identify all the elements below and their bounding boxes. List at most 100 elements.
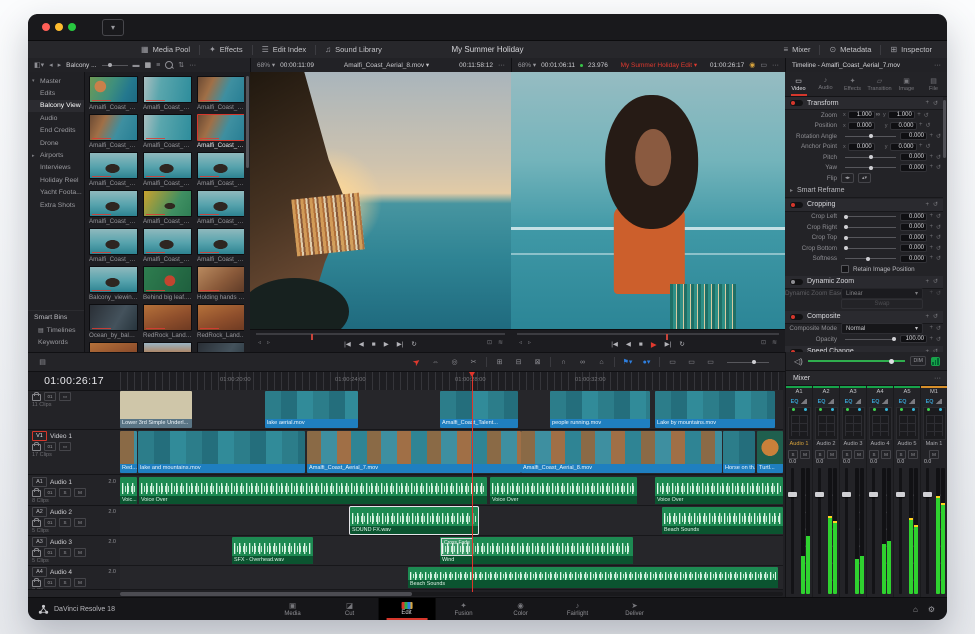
audio-clip-beach-sounds[interactable]: Beach Sounds	[662, 507, 783, 534]
media-clip-18[interactable]: Holding hands whi...	[197, 266, 244, 301]
inspector-tab-audio[interactable]: ♪Audio	[812, 72, 839, 96]
fader-track[interactable]	[791, 468, 794, 594]
eq-label[interactable]: EQ	[818, 399, 826, 405]
row-slider[interactable]	[845, 258, 896, 259]
zoom-window-button[interactable]	[68, 23, 76, 31]
media-clip-thumbnail[interactable]	[197, 152, 244, 179]
media-clip-thumbnail[interactable]	[143, 266, 192, 293]
eq-label[interactable]: EQ	[791, 399, 799, 405]
media-clip-thumbnail[interactable]	[143, 228, 192, 255]
solo-button[interactable]: S	[59, 488, 71, 497]
mixer-strip-a4[interactable]: A4EQAudio 4SM0.05101520304050	[867, 386, 894, 598]
strip-mute-button[interactable]: M	[800, 450, 810, 459]
slider-knob[interactable]	[844, 215, 848, 219]
y-value-field[interactable]: 0.000	[890, 122, 917, 130]
reset-icon[interactable]: ↺	[936, 255, 941, 262]
fader-track[interactable]	[845, 468, 848, 594]
media-clip-thumbnail[interactable]	[197, 266, 244, 293]
inspector-tab-effects[interactable]: ✦Effects	[839, 72, 866, 96]
track-id-badge[interactable]: A1	[32, 477, 47, 487]
media-clip-13[interactable]: Amalfi_Coast_Tale...	[89, 228, 138, 263]
media-clip-thumbnail[interactable]	[197, 76, 244, 103]
add-keyframe-icon[interactable]: +	[929, 336, 933, 343]
bin-name[interactable]: Balcony ...	[66, 62, 96, 69]
source-right-tools[interactable]: ⊡≋	[487, 339, 503, 346]
add-keyframe-icon[interactable]: +	[919, 122, 923, 129]
bin-tree-item-airports[interactable]: ▸Airports	[28, 149, 84, 161]
mute-button[interactable]: M	[74, 578, 86, 587]
toolbar-button-mixer[interactable]: ≡Mixer	[774, 41, 819, 58]
reset-icon[interactable]: ↺	[936, 133, 941, 140]
fader-track[interactable]	[899, 468, 902, 594]
flag-icon[interactable]: ⚑▾	[621, 356, 634, 368]
video-clip-lower-3rd-simple-underl[interactable]: Lower 3rd Simple Underl...	[120, 391, 192, 428]
source-jog-bar[interactable]	[256, 333, 505, 335]
minimize-window-button[interactable]	[55, 23, 63, 31]
fader-track[interactable]	[818, 468, 821, 594]
marker-icon[interactable]: ●▾	[640, 356, 653, 368]
page-button-deliver[interactable]: ➤Deliver	[606, 598, 663, 620]
eq-curve-icon[interactable]	[881, 399, 888, 404]
reset-icon[interactable]: ↺	[936, 224, 941, 231]
add-keyframe-icon[interactable]: +	[929, 224, 933, 231]
row-dropdown[interactable]: Normal▾	[841, 323, 923, 334]
slider-knob[interactable]	[869, 134, 873, 138]
media-clip-8[interactable]: Amalfi_Coast_Tale...	[143, 152, 192, 187]
track-monitor-button[interactable]: ▭	[59, 392, 71, 401]
track-monitor-button[interactable]: ▭	[59, 442, 71, 451]
smart-bin-item-keywords[interactable]: Keywords	[28, 336, 84, 348]
auto-select-button[interactable]: 01	[44, 548, 56, 557]
inspector-tab-file[interactable]: ▤File	[920, 72, 947, 96]
timeline-scrollbar[interactable]	[120, 592, 783, 596]
strip-mute-button[interactable]: M	[929, 450, 939, 459]
strip-solo-button[interactable]: S	[815, 450, 825, 459]
toolbar-button-edit-index[interactable]: ☰Edit Index	[253, 41, 316, 58]
section-enable-toggle[interactable]	[790, 279, 803, 285]
tl-play-button[interactable]: ▶	[651, 340, 657, 349]
eq-curve-icon[interactable]	[935, 399, 942, 404]
track-lock-icon[interactable]	[32, 394, 41, 401]
settings-gear-icon[interactable]: ⚙	[928, 605, 935, 614]
strip-solo-button[interactable]: S	[842, 450, 852, 459]
row-value-field[interactable]: 0.000	[900, 213, 927, 221]
media-clip-thumbnail[interactable]	[197, 228, 244, 255]
media-clip-15[interactable]: Amalfi_Coast_Tale...	[197, 228, 244, 263]
toolbar-button-media-pool[interactable]: ▦Media Pool	[132, 41, 199, 58]
eq-label[interactable]: EQ	[899, 399, 907, 405]
fullscreen-icon[interactable]: ▭	[760, 61, 767, 69]
media-clip-12[interactable]: Amalfi_Coast_Tale...	[197, 190, 244, 225]
pan-pad[interactable]	[869, 407, 892, 440]
add-keyframe-icon[interactable]: +	[929, 154, 933, 161]
media-clip-3[interactable]: Amalfi_Coast_Aeri...	[197, 76, 244, 111]
audio-clip-sound-fx-wav[interactable]: SOUND FX.wav	[350, 507, 478, 534]
search-icon[interactable]	[165, 61, 173, 69]
dim-button[interactable]: DIM	[910, 356, 926, 366]
media-clip-thumbnail[interactable]	[89, 190, 138, 217]
solo-button[interactable]: S	[59, 578, 71, 587]
filmstrip-view-icon[interactable]: ▬	[133, 62, 140, 69]
pan-pad[interactable]	[815, 407, 838, 440]
smart-bin-item-timelines[interactable]: ▤Timelines	[28, 324, 84, 336]
swap-button[interactable]: Swap	[841, 299, 923, 309]
selection-tool-icon[interactable]: ➤	[408, 353, 426, 370]
x-value-field[interactable]: 0.000	[848, 143, 875, 151]
sort-icon[interactable]: ⇅	[178, 61, 184, 69]
media-clip-5[interactable]: Amalfi_Coast_Aeri...	[143, 114, 192, 149]
row-slider[interactable]	[845, 237, 896, 238]
strip-solo-button[interactable]: S	[869, 450, 879, 459]
track-lock-icon[interactable]	[32, 444, 41, 451]
reset-icon[interactable]: ↺	[936, 234, 941, 241]
reset-icon[interactable]: ↺	[925, 143, 930, 150]
media-clip-6[interactable]: Amalfi_Coast_Aeri...	[197, 114, 244, 149]
media-grid-scrollbar[interactable]	[246, 76, 249, 168]
reset-icon[interactable]: ↺	[936, 245, 941, 252]
reset-icon[interactable]: ↺	[925, 122, 930, 129]
y-value-field[interactable]: 0.000	[890, 143, 917, 151]
mixer-strip-a1[interactable]: A1EQAudio 1SM0.05101520304050	[786, 386, 813, 598]
page-button-fairlight[interactable]: ♪Fairlight	[549, 598, 606, 620]
media-clip-thumbnail[interactable]	[143, 190, 192, 217]
video-clip-lake-and-mountains-mov[interactable]: lake and mountains.mov	[138, 431, 305, 473]
slider-knob[interactable]	[869, 166, 873, 170]
crossfade-marker[interactable]: Cross Fade	[441, 538, 473, 556]
fader-track[interactable]	[872, 468, 875, 594]
